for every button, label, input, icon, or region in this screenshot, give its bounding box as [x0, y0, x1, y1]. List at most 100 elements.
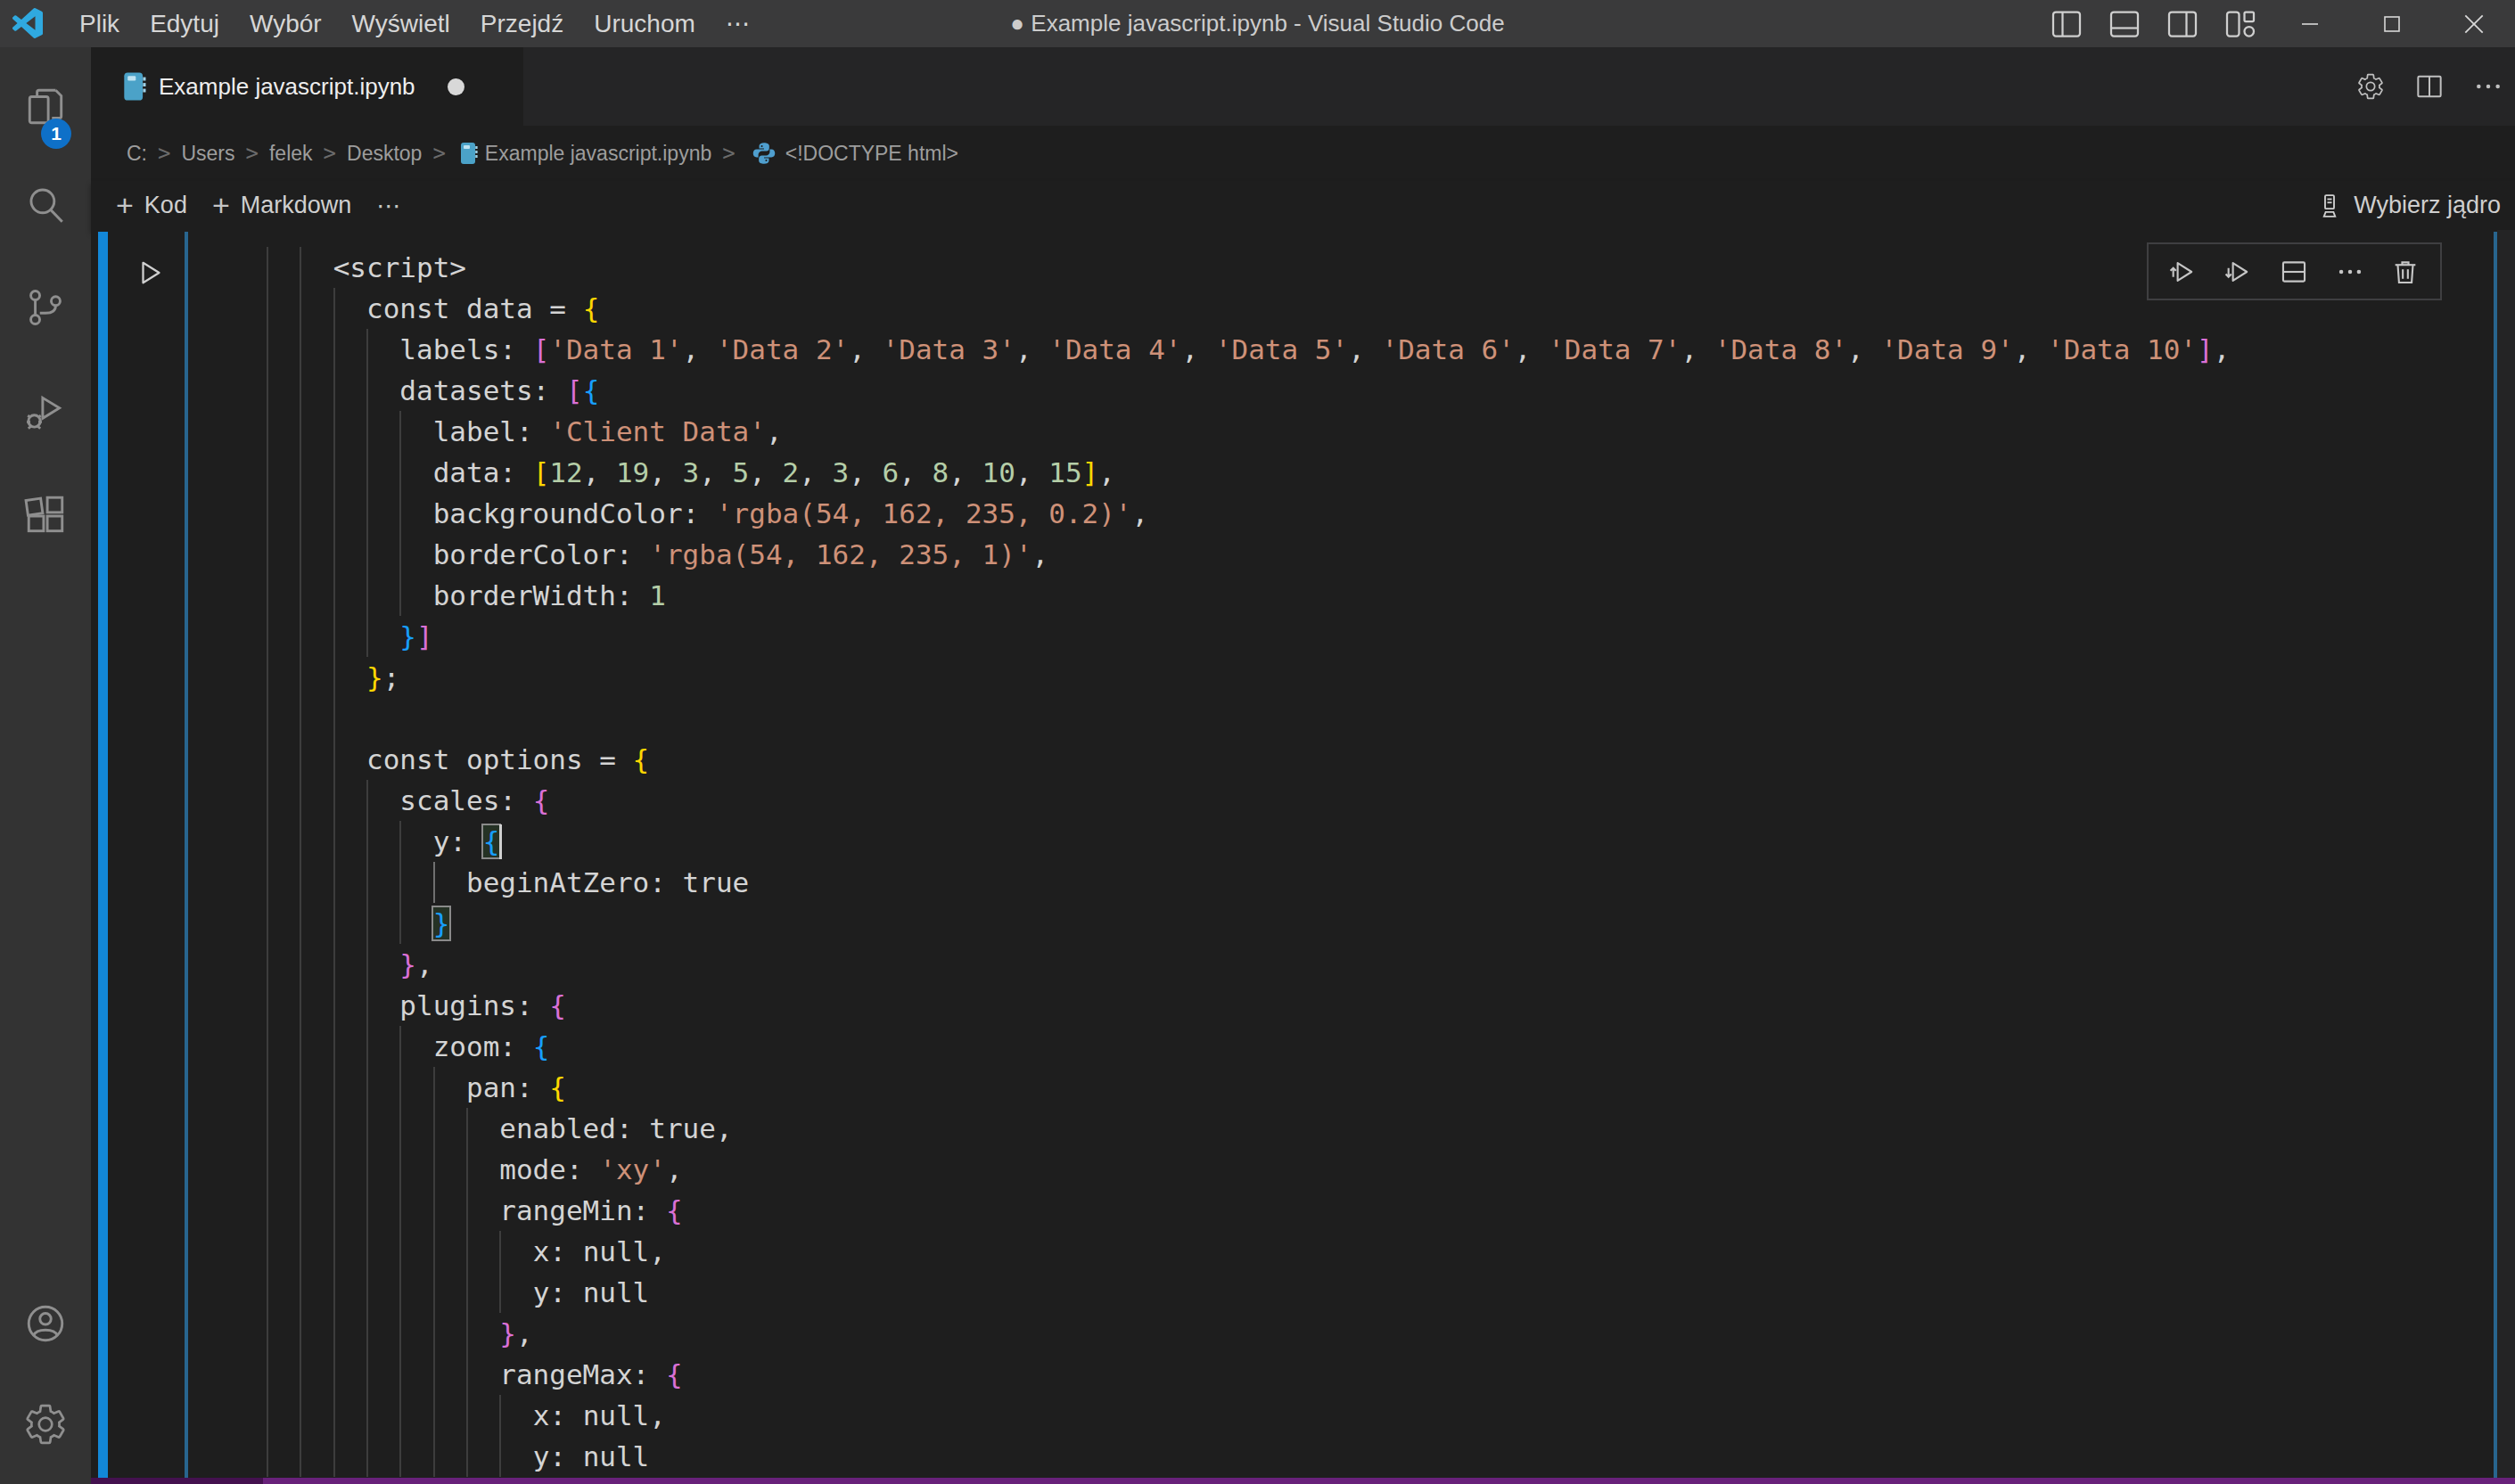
code-line[interactable]: }, — [267, 944, 2406, 985]
cell-focus-indicator[interactable] — [98, 232, 108, 1478]
notebook-toolbar: + Kod + Markdown ⋯ Wybierz jądro — [91, 181, 2515, 230]
menu-wybor[interactable]: Wybór — [234, 0, 337, 47]
customize-layout-icon[interactable] — [2211, 0, 2269, 47]
code-line[interactable]: borderColor: 'rgba(54, 162, 235, 1)', — [267, 534, 2406, 575]
source-control-icon[interactable] — [23, 285, 68, 330]
status-bar[interactable] — [0, 1478, 2515, 1484]
code-line[interactable]: y: null — [267, 1436, 2406, 1477]
ellipsis-label: ⋯ — [376, 192, 402, 220]
code-line[interactable]: }; — [267, 657, 2406, 698]
breadcrumb-symbol[interactable]: <!DOCTYPE html> — [785, 142, 958, 166]
kernel-icon — [2316, 193, 2343, 219]
breadcrumb-felek[interactable]: felek — [269, 142, 313, 166]
code-line[interactable]: x: null, — [267, 1395, 2406, 1436]
vscode-logo-icon — [12, 8, 43, 38]
code-line[interactable]: backgroundColor: 'rgba(54, 162, 235, 0.2… — [267, 493, 2406, 534]
run-settings-gear-icon[interactable] — [2356, 72, 2385, 101]
code-line[interactable]: rangeMax: { — [267, 1354, 2406, 1395]
menu-przejdz[interactable]: Przejdź — [465, 0, 579, 47]
notebook-file-icon — [460, 142, 478, 165]
code-line[interactable]: zoom: { — [267, 1026, 2406, 1067]
code-line[interactable]: const options = { — [267, 739, 2406, 780]
menu-edytuj[interactable]: Edytuj — [135, 0, 234, 47]
code-line[interactable]: enabled: true, — [267, 1108, 2406, 1149]
kernel-picker-button[interactable]: Wybierz jądro — [2316, 181, 2501, 230]
plus-icon: + — [116, 188, 134, 223]
text-cursor — [499, 824, 502, 859]
code-line[interactable]: rangeMin: { — [267, 1190, 2406, 1231]
maximize-button[interactable] — [2351, 0, 2433, 47]
menu-wyswietl[interactable]: Wyświetl — [337, 0, 465, 47]
code-line[interactable]: }, — [267, 1313, 2406, 1354]
code-line[interactable]: data: [12, 19, 3, 5, 2, 3, 6, 8, 10, 15]… — [267, 452, 2406, 493]
code-line[interactable]: const data = { — [267, 288, 2406, 329]
notebook-more-actions-icon[interactable]: ⋯ — [376, 192, 402, 220]
breadcrumb-chevron-icon: > — [722, 141, 735, 166]
breadcrumb-desktop[interactable]: Desktop — [347, 142, 422, 166]
code-line[interactable]: y: null — [267, 1272, 2406, 1313]
title-bar: Plik Edytuj Wybór Wyświetl Przejdź Uruch… — [0, 0, 2515, 47]
breadcrumb-chevron-icon: > — [432, 141, 445, 166]
cell-editor-border-right — [2494, 232, 2497, 1478]
toggle-sidebar-icon[interactable] — [2037, 0, 2095, 47]
code-line[interactable]: borderWidth: 1 — [267, 575, 2406, 616]
code-line[interactable]: pan: { — [267, 1067, 2406, 1108]
breadcrumb-file[interactable]: Example javascript.ipynb — [485, 142, 711, 166]
kernel-label: Wybierz jądro — [2354, 192, 2501, 219]
code-line[interactable]: mode: 'xy', — [267, 1149, 2406, 1190]
editor-more-actions-icon[interactable] — [2474, 72, 2503, 101]
breadcrumb-users[interactable]: Users — [181, 142, 234, 166]
toggle-panel-icon[interactable] — [2095, 0, 2153, 47]
code-line[interactable]: <script> — [267, 247, 2406, 288]
window-controls — [2037, 0, 2515, 47]
notebook-right-margin — [2497, 230, 2515, 1478]
notebook-editor: <script> const data = { labels: ['Data 1… — [91, 230, 2515, 1478]
tab-label: Example javascript.ipynb — [159, 73, 415, 101]
add-markdown-cell-button[interactable]: + Markdown — [212, 188, 351, 223]
tab-modified-dot[interactable] — [448, 78, 464, 95]
search-icon[interactable] — [23, 183, 68, 227]
menu-plik[interactable]: Plik — [64, 0, 135, 47]
code-line[interactable]: labels: ['Data 1', 'Data 2', 'Data 3', '… — [267, 329, 2406, 370]
explorer-badge: 1 — [41, 119, 71, 149]
add-markdown-label: Markdown — [241, 192, 352, 219]
extensions-icon[interactable] — [23, 493, 68, 537]
breadcrumb-chevron-icon: > — [158, 141, 170, 166]
settings-gear-icon[interactable] — [23, 1402, 68, 1447]
code-line[interactable]: beginAtZero: true — [267, 862, 2406, 903]
menu-uruchom[interactable]: Uruchom — [579, 0, 711, 47]
close-window-button[interactable] — [2433, 0, 2515, 47]
toggle-secondary-sidebar-icon[interactable] — [2153, 0, 2211, 47]
menu-more[interactable]: ⋯ — [711, 0, 766, 47]
breadcrumbs: C: > Users > felek > Desktop > Example j… — [91, 126, 2515, 181]
account-icon[interactable] — [23, 1301, 68, 1346]
cell-editor-border-left — [185, 232, 188, 1478]
run-debug-icon[interactable] — [23, 389, 68, 434]
add-code-cell-button[interactable]: + Kod — [116, 188, 187, 223]
breadcrumb-drive[interactable]: C: — [127, 142, 147, 166]
code-line[interactable]: } — [267, 903, 2406, 944]
code-line[interactable]: scales: { — [267, 780, 2406, 821]
code-line[interactable]: y: { — [267, 821, 2406, 862]
tab-example-javascript-ipynb[interactable]: Example javascript.ipynb — [91, 47, 523, 126]
run-cell-button[interactable] — [134, 257, 166, 289]
notebook-file-icon — [123, 71, 146, 102]
code-line[interactable]: x: null, — [267, 1231, 2406, 1272]
python-symbol-icon — [752, 141, 777, 166]
status-bar-left-gap — [0, 1478, 91, 1484]
menu-bar: Plik Edytuj Wybór Wyświetl Przejdź Uruch… — [64, 0, 766, 47]
breadcrumb-chevron-icon: > — [324, 141, 336, 166]
minimize-button[interactable] — [2269, 0, 2351, 47]
split-editor-icon[interactable] — [2415, 72, 2444, 101]
add-code-label: Kod — [144, 192, 187, 219]
tab-strip: Example javascript.ipynb — [91, 47, 2515, 126]
code-line[interactable]: label: 'Client Data', — [267, 411, 2406, 452]
code-line[interactable]: datasets: [{ — [267, 370, 2406, 411]
plus-icon: + — [212, 188, 230, 223]
code-line[interactable]: }] — [267, 616, 2406, 657]
window-title: ● Example javascript.ipynb - Visual Stud… — [1010, 0, 1504, 47]
code-line[interactable]: plugins: { — [267, 985, 2406, 1026]
breadcrumb-chevron-icon: > — [246, 141, 259, 166]
status-bar-dark-segment — [91, 1478, 263, 1484]
code-line[interactable] — [267, 698, 2406, 739]
